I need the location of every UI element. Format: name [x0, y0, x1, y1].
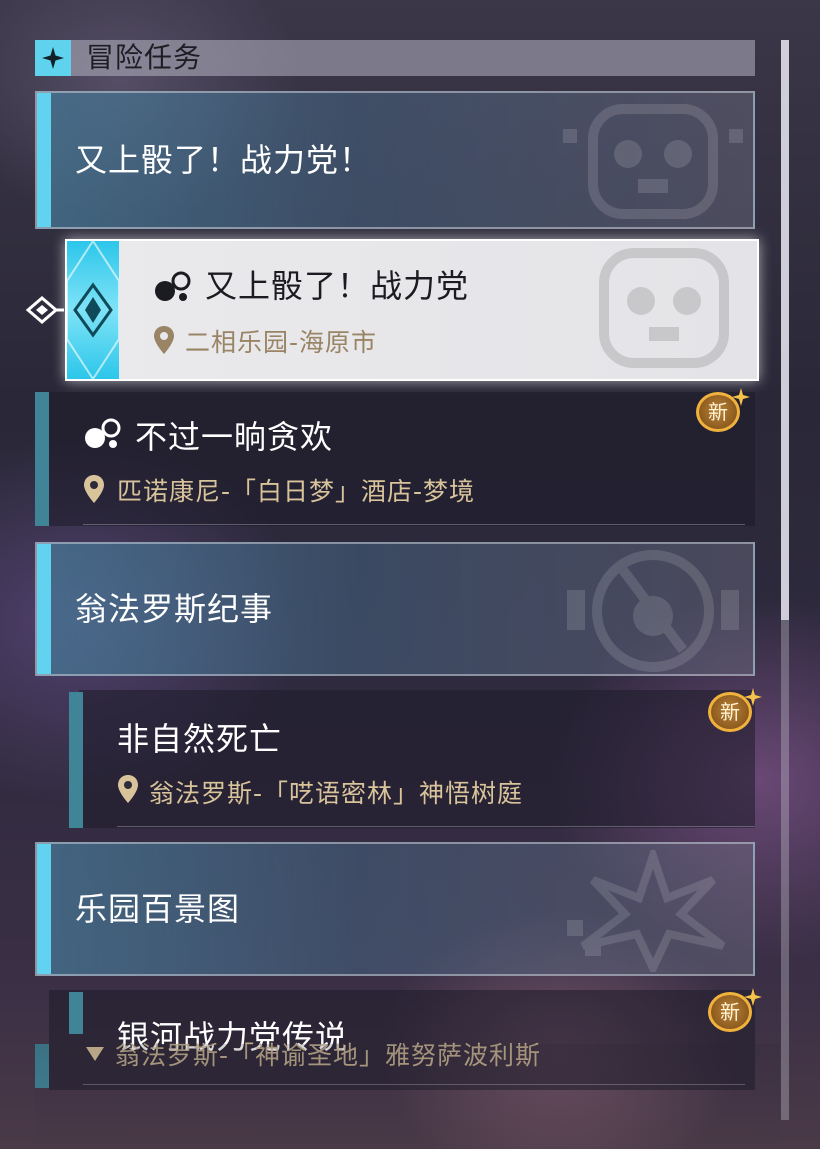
- section-title: 冒险任务: [86, 41, 203, 74]
- quest-group-header[interactable]: 又上骰了！战力党！: [35, 91, 755, 229]
- group-accent-bar: [37, 544, 51, 674]
- list-item[interactable]: 不过一晌贪欢 匹诺康尼-「白日梦」酒店-梦境: [35, 392, 755, 526]
- list-item-accent-bar: [35, 392, 49, 526]
- selection-pointer-icon: [25, 294, 66, 330]
- diamond-star-icon: [35, 40, 71, 76]
- sparkle-icon: [744, 688, 762, 706]
- new-badge: 新: [694, 388, 750, 438]
- quest-type-icon: [155, 271, 191, 301]
- location-pin-icon: [154, 326, 174, 354]
- quest-title: 非自然死亡: [117, 720, 283, 758]
- round-sigil-emblem-icon: [567, 550, 739, 672]
- dice-creature-emblem-icon: [563, 104, 743, 219]
- group-accent-bar: [37, 844, 51, 974]
- group-title: 又上骰了！战力党！: [75, 141, 373, 179]
- new-badge: 新: [706, 688, 762, 738]
- selected-quest-card[interactable]: 又上骰了！战力党 二相乐园-海原市: [65, 239, 759, 381]
- new-badge: 新: [706, 988, 762, 1038]
- group-title: 翁法罗斯纪事: [75, 590, 274, 628]
- quest-location: 翁法罗斯-「呓语密林」神悟树庭: [149, 779, 524, 808]
- divider: [83, 524, 745, 525]
- location-pin-icon: [84, 475, 104, 503]
- selected-quest-title: 又上骰了！战力党: [205, 267, 470, 305]
- list-bottom-fade: [35, 1044, 780, 1149]
- sparkle-icon: [744, 988, 762, 1006]
- divider: [117, 826, 755, 827]
- list-item-accent-bar-inner: [69, 992, 83, 1034]
- quest-group-header[interactable]: 翁法罗斯纪事: [35, 542, 755, 676]
- selected-quest-strip: [67, 241, 119, 379]
- quest-location: 匹诺康尼-「白日梦」酒店-梦境: [117, 477, 476, 506]
- location-pin-icon: [118, 775, 138, 803]
- quest-type-icon: [85, 418, 121, 448]
- dice-creature-emblem-icon: [599, 248, 729, 368]
- quest-title: 不过一晌贪欢: [135, 418, 334, 456]
- sparkle-icon: [732, 388, 750, 406]
- quest-group-header[interactable]: 乐园百景图: [35, 842, 755, 976]
- group-title: 乐园百景图: [75, 890, 241, 928]
- burst-emblem-icon: [567, 850, 726, 972]
- list-item-accent-bar: [69, 692, 83, 828]
- group-accent-bar: [37, 93, 51, 227]
- selected-quest-location: 二相乐园-海原市: [185, 328, 378, 357]
- list-item[interactable]: 非自然死亡 翁法罗斯-「呓语密林」神悟树庭: [65, 690, 755, 828]
- scrollbar-thumb[interactable]: [781, 40, 789, 620]
